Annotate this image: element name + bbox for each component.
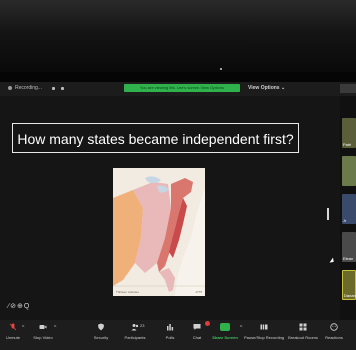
annotation-tools[interactable]: ∕⊘⊕Q <box>8 302 30 310</box>
microphone-muted-icon <box>9 323 17 331</box>
participant-tile[interactable] <box>342 156 356 186</box>
participant-name: Danan <box>344 293 356 298</box>
participants-label: Participants <box>124 335 146 340</box>
pause-recording-icon[interactable] <box>52 87 55 90</box>
breakout-rooms-icon <box>299 323 307 331</box>
speaker-view-button[interactable] <box>340 84 356 93</box>
polls-button[interactable]: Polls <box>160 323 180 340</box>
participant-tile[interactable]: Patri <box>342 118 356 148</box>
recording-indicator: Recording... <box>8 85 42 91</box>
split-handle[interactable] <box>327 208 329 220</box>
participants-icon <box>131 324 139 331</box>
reactions-icon <box>330 323 338 331</box>
meeting-toolbar: Unmute ^ Stop Video ^ Security 23 Partic… <box>0 320 356 350</box>
security-label: Security <box>93 335 109 340</box>
zoom-window: Recording... You are viewing Ms. Lee's s… <box>0 0 356 350</box>
reactions-label: Reactions <box>325 335 343 340</box>
recording-label: Recording... <box>15 85 42 91</box>
view-options-button[interactable]: View Options ⌄ <box>248 84 285 92</box>
slide-caption: How many states became independent first… <box>12 123 299 153</box>
pause-stop-icon <box>260 324 268 330</box>
chevron-up-icon[interactable]: ^ <box>22 325 24 331</box>
shield-icon <box>98 323 104 331</box>
share-screen-button[interactable]: Share Screen <box>210 323 240 340</box>
video-camera-icon <box>39 325 47 329</box>
polls-icon <box>167 324 174 331</box>
mute-button[interactable]: Unmute <box>2 323 24 340</box>
monitor-indicator <box>220 68 222 70</box>
monitor-edge <box>0 72 356 82</box>
map-graphic <box>113 168 205 296</box>
participant-strip: Patri Jr Elean Danan <box>340 96 356 320</box>
pause-stop-recording-button[interactable]: Pause/Stop Recording <box>244 323 284 340</box>
colonies-map-image: Thirteen colonies 1775 <box>113 168 205 296</box>
participant-tile[interactable]: Danan <box>342 270 356 300</box>
participant-name: Patri <box>343 142 352 147</box>
share-screen-label: Share Screen <box>212 335 238 340</box>
breakout-rooms-button[interactable]: Breakout Rooms <box>286 323 320 340</box>
shared-screen: How many states became independent first… <box>0 96 356 320</box>
pause-stop-label: Pause/Stop Recording <box>244 335 285 340</box>
share-screen-icon <box>220 323 230 331</box>
chevron-up-icon[interactable]: ^ <box>240 325 242 331</box>
stop-recording-icon[interactable] <box>61 87 64 90</box>
video-label: Stop Video <box>33 335 53 340</box>
polls-label: Polls <box>165 335 175 340</box>
breakout-rooms-label: Breakout Rooms <box>288 335 318 340</box>
screen-share-banner: You are viewing Ms. Lee's screen View Op… <box>124 84 240 92</box>
meeting-top-bar: Recording... You are viewing Ms. Lee's s… <box>0 82 356 96</box>
participant-tile[interactable]: Jr <box>342 194 356 224</box>
security-button[interactable]: Security <box>88 323 114 340</box>
map-footer-left: Thirteen colonies <box>116 290 139 294</box>
mute-label: Unmute <box>5 335 20 340</box>
chat-label: Chat <box>192 335 202 340</box>
chevron-up-icon[interactable]: ^ <box>54 325 56 331</box>
reactions-button[interactable]: Reactions <box>322 323 346 340</box>
participant-name: Elean <box>343 256 354 261</box>
video-button[interactable]: Stop Video <box>30 323 56 340</box>
chat-bubble-icon <box>193 324 201 330</box>
participant-tile[interactable]: Elean <box>342 232 356 262</box>
chat-button[interactable]: Chat <box>187 321 210 340</box>
participants-count: 23 <box>140 323 145 328</box>
record-dot-icon <box>8 86 12 90</box>
monitor-bezel <box>0 0 356 82</box>
map-footer-right: 1775 <box>195 290 202 294</box>
participant-name: Jr <box>343 218 347 223</box>
participants-button[interactable]: 23 Participants <box>120 323 150 340</box>
